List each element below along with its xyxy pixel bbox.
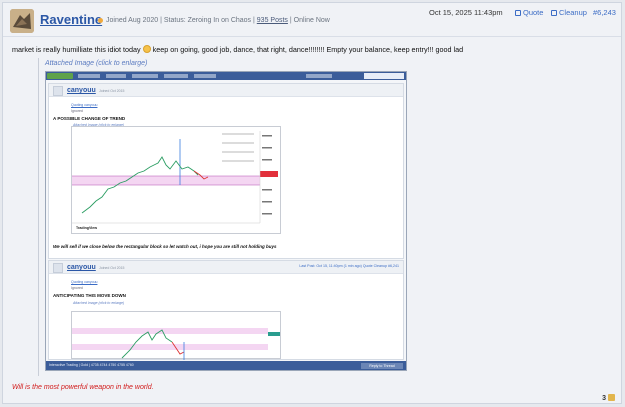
embedded-post-header: canyouu Joined Oct 2015 Last Post: Oct 1…	[49, 261, 403, 274]
like-count: 3	[602, 395, 606, 402]
candlestick-chart-image	[72, 131, 278, 224]
embedded-nav-tab	[47, 73, 73, 79]
embedded-post-header: canyouu Joined Oct 2015	[49, 84, 403, 97]
embedded-quoted-link: Quoting canyouu	[71, 280, 98, 284]
embedded-footer-text: Interactive Trading | Gold | 4735 4744 4…	[49, 363, 134, 367]
embedded-ignored: Ignored	[71, 109, 83, 113]
embedded-footer-bar: Interactive Trading | Gold | 4735 4744 4…	[46, 361, 406, 370]
embedded-nav-bar	[46, 72, 406, 80]
cleanup-icon	[551, 10, 557, 16]
user-meta: Joined Aug 2020 | Status: Zeroing In on …	[106, 17, 330, 24]
smile-emoji-icon	[142, 45, 151, 53]
embedded-joined: Joined Oct 2015	[99, 266, 125, 270]
embedded-nav-item	[106, 74, 126, 78]
avatar[interactable]	[10, 9, 34, 33]
embedded-nav-item	[164, 74, 188, 78]
quote-label: Quote	[523, 8, 544, 17]
embedded-avatar	[53, 86, 63, 96]
online-status-icon	[98, 18, 103, 23]
embedded-post-title: A POSSIBLE CHANGE OF TREND	[53, 116, 126, 121]
signature: Will is the most powerful weapon in the …	[12, 384, 154, 391]
embedded-joined: Joined Oct 2015	[99, 89, 125, 93]
attachment-label[interactable]: Attached Image (click to enlarge)	[45, 60, 147, 67]
cleanup-label: Cleanup	[559, 8, 587, 17]
tradingview-logo: TradingView	[76, 226, 98, 230]
post-body: market is really humilliate this idiot t…	[12, 45, 463, 54]
quote-button[interactable]: Quote	[515, 8, 543, 17]
embedded-last-post: Last Post: Oct 15, 11:40pm (1 min ago) Q…	[299, 264, 399, 268]
embedded-nav-item	[306, 74, 332, 78]
embedded-reply-button: Reply to Thread	[361, 362, 403, 369]
embedded-username: canyouu	[67, 87, 96, 94]
embedded-avatar	[53, 263, 63, 273]
embedded-nav-item	[194, 74, 216, 78]
body-text-start: market is really humilliate this idiot t…	[12, 45, 141, 54]
embedded-post-2: canyouu Joined Oct 2015 Last Post: Oct 1…	[48, 260, 404, 360]
cleanup-button[interactable]: Cleanup	[551, 8, 587, 17]
embedded-nav-item	[132, 74, 158, 78]
meta-online: Online Now	[293, 17, 330, 24]
embedded-username: canyouu	[67, 264, 96, 271]
thumbs-up-icon	[608, 394, 615, 401]
attached-screenshot[interactable]: canyouu Joined Oct 2015 Quoting canyouu …	[45, 71, 407, 371]
body-text-end: keep on going, good job, dance, that rig…	[152, 45, 464, 54]
candlestick-chart-image	[72, 328, 280, 360]
embedded-search-box	[364, 73, 404, 79]
embedded-post-title: ANTICIPATING THIS MOVE DOWN	[53, 293, 126, 298]
embedded-chart-2	[71, 311, 281, 360]
post-number-link[interactable]: #6,243	[593, 8, 616, 17]
meta-status: Status: Zeroing In on Chaos	[163, 17, 252, 24]
embedded-nav-item	[78, 74, 100, 78]
post-header: Raventine Joined Aug 2020 | Status: Zero…	[3, 3, 621, 37]
post-date: Oct 15, 2025 11:43pm	[429, 8, 503, 17]
embedded-ignored: Ignored	[71, 286, 83, 290]
embedded-quoted-link: Quoting canyouu	[71, 103, 98, 107]
meta-joined: Joined Aug 2020	[106, 17, 159, 24]
quote-icon	[515, 10, 521, 16]
embedded-post-footer: We will sell if we close below the recta…	[53, 244, 277, 249]
username-link[interactable]: Raventine	[40, 12, 102, 27]
meta-posts-link[interactable]: 935 Posts	[257, 17, 288, 24]
embedded-chart-1: TradingView	[71, 126, 281, 234]
avatar-icon	[10, 9, 34, 33]
like-counter[interactable]: 3	[602, 394, 615, 402]
attachment-divider	[38, 58, 39, 376]
embedded-post-1: canyouu Joined Oct 2015 Quoting canyouu …	[48, 83, 404, 259]
embedded-attach-label: Attached Image (click to enlarge)	[73, 301, 125, 305]
forum-post: Raventine Joined Aug 2020 | Status: Zero…	[2, 2, 622, 404]
